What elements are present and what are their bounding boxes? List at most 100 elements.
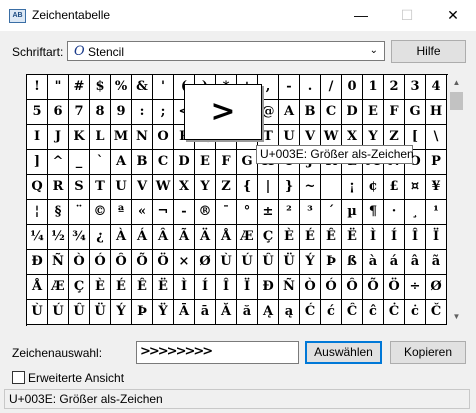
character-cell[interactable]: ¾: [69, 225, 90, 250]
character-cell[interactable]: E: [195, 150, 216, 175]
character-cell[interactable]: ]: [27, 150, 48, 175]
character-cell[interactable]: à: [363, 250, 384, 275]
character-cell[interactable]: °: [237, 200, 258, 225]
character-cell[interactable]: á: [384, 250, 405, 275]
character-cell[interactable]: .: [300, 75, 321, 100]
character-cell[interactable]: 8: [90, 100, 111, 125]
character-cell[interactable]: ā: [195, 300, 216, 325]
character-cell[interactable]: Ì: [363, 225, 384, 250]
character-cell[interactable]: [321, 175, 342, 200]
character-cell[interactable]: V: [132, 175, 153, 200]
character-cell[interactable]: §: [48, 200, 69, 225]
character-cell[interactable]: £: [384, 175, 405, 200]
character-cell[interactable]: Ü: [279, 250, 300, 275]
character-cell[interactable]: M: [111, 125, 132, 150]
character-cell[interactable]: Ą: [258, 300, 279, 325]
character-cell[interactable]: ´: [321, 200, 342, 225]
character-cell[interactable]: Æ: [237, 225, 258, 250]
character-cell[interactable]: Ñ: [48, 250, 69, 275]
character-cell[interactable]: ¨: [69, 200, 90, 225]
character-cell[interactable]: Ä: [195, 225, 216, 250]
advanced-view-label[interactable]: Erweiterte Ansicht: [28, 371, 124, 385]
character-cell[interactable]: 2: [384, 75, 405, 100]
character-cell[interactable]: T: [90, 175, 111, 200]
character-cell[interactable]: Ā: [174, 300, 195, 325]
character-cell[interactable]: B: [132, 150, 153, 175]
character-cell[interactable]: 6: [48, 100, 69, 125]
font-dropdown[interactable]: O Stencil ⌄: [67, 41, 385, 61]
character-cell[interactable]: ×: [174, 250, 195, 275]
character-cell[interactable]: Þ: [132, 300, 153, 325]
character-cell[interactable]: ·: [384, 200, 405, 225]
character-cell[interactable]: |: [258, 175, 279, 200]
character-cell[interactable]: Ð: [258, 275, 279, 300]
character-cell[interactable]: `: [90, 150, 111, 175]
character-cell[interactable]: Ç: [258, 225, 279, 250]
character-cell[interactable]: ³: [300, 200, 321, 225]
character-cell[interactable]: !: [27, 75, 48, 100]
character-cell[interactable]: B: [300, 100, 321, 125]
character-cell[interactable]: L: [90, 125, 111, 150]
character-cell[interactable]: Õ: [132, 250, 153, 275]
character-cell[interactable]: µ: [342, 200, 363, 225]
character-cell[interactable]: 5: [27, 100, 48, 125]
advanced-view-checkbox[interactable]: [12, 371, 25, 384]
character-cell[interactable]: Á: [132, 225, 153, 250]
close-button[interactable]: ✕: [430, 0, 476, 31]
character-cell[interactable]: {: [237, 175, 258, 200]
character-cell[interactable]: C: [321, 100, 342, 125]
character-cell[interactable]: Ö: [153, 250, 174, 275]
character-cell[interactable]: ¤: [405, 175, 426, 200]
character-cell[interactable]: ;: [153, 100, 174, 125]
character-cell[interactable]: I: [27, 125, 48, 150]
character-cell[interactable]: É: [300, 225, 321, 250]
character-cell[interactable]: ć: [321, 300, 342, 325]
character-cell[interactable]: ^: [48, 150, 69, 175]
character-cell[interactable]: Õ: [363, 275, 384, 300]
character-cell[interactable]: Ð: [27, 250, 48, 275]
character-cell[interactable]: Å: [216, 225, 237, 250]
character-cell[interactable]: É: [111, 275, 132, 300]
character-cell[interactable]: ¦: [27, 200, 48, 225]
character-cell[interactable]: Ñ: [279, 275, 300, 300]
character-cell[interactable]: 9: [111, 100, 132, 125]
character-cell[interactable]: E: [363, 100, 384, 125]
character-cell[interactable]: È: [279, 225, 300, 250]
character-cell[interactable]: ®: [195, 200, 216, 225]
character-cell[interactable]: F: [384, 100, 405, 125]
character-cell[interactable]: ¶: [363, 200, 384, 225]
character-cell[interactable]: Ü: [90, 300, 111, 325]
character-cell[interactable]: D: [174, 150, 195, 175]
character-cell[interactable]: Ÿ: [153, 300, 174, 325]
character-cell[interactable]: Ó: [321, 275, 342, 300]
character-cell[interactable]: ċ: [405, 300, 426, 325]
character-cell[interactable]: Ó: [90, 250, 111, 275]
character-cell[interactable]: Ć: [300, 300, 321, 325]
character-cell[interactable]: K: [69, 125, 90, 150]
character-cell[interactable]: X: [174, 175, 195, 200]
character-cell[interactable]: ĉ: [363, 300, 384, 325]
character-cell[interactable]: Ý: [111, 300, 132, 325]
character-cell[interactable]: D: [342, 100, 363, 125]
character-cell[interactable]: ą: [279, 300, 300, 325]
grid-scrollbar[interactable]: ▲ ▼: [448, 74, 465, 325]
character-cell[interactable]: ±: [258, 200, 279, 225]
character-cell[interactable]: Í: [195, 275, 216, 300]
character-cell[interactable]: Ô: [342, 275, 363, 300]
character-cell[interactable]: }: [279, 175, 300, 200]
character-cell[interactable]: $: [90, 75, 111, 100]
character-cell[interactable]: Ô: [111, 250, 132, 275]
character-cell[interactable]: :: [132, 100, 153, 125]
character-cell[interactable]: Ë: [153, 275, 174, 300]
character-cell[interactable]: &: [132, 75, 153, 100]
character-cell[interactable]: Ï: [426, 225, 447, 250]
character-cell[interactable]: F: [216, 150, 237, 175]
help-button[interactable]: Hilfe: [391, 40, 466, 63]
character-cell[interactable]: _: [69, 150, 90, 175]
character-cell[interactable]: À: [111, 225, 132, 250]
character-cell[interactable]: ª: [111, 200, 132, 225]
character-cell[interactable]: Å: [27, 275, 48, 300]
character-cell[interactable]: R: [48, 175, 69, 200]
character-cell[interactable]: Þ: [321, 250, 342, 275]
character-cell[interactable]: ©: [90, 200, 111, 225]
